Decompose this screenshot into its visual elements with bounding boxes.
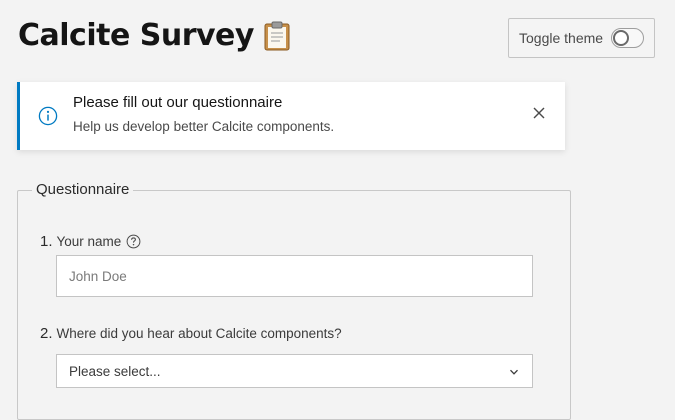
theme-switch-handle — [613, 30, 630, 46]
question-number: 1. — [40, 233, 53, 250]
questionnaire-fieldset: Questionnaire 1. Your name 2. Where did … — [17, 181, 571, 420]
theme-toggle[interactable]: Toggle theme — [508, 18, 655, 58]
name-input[interactable] — [56, 255, 533, 297]
question-text: Where did you hear about Calcite compone… — [56, 326, 342, 341]
question-name-label: 1. Your name — [40, 233, 141, 250]
notice-title: Please fill out our questionnaire — [73, 94, 283, 111]
question-text: Your name — [56, 234, 122, 249]
source-select-value: Please select... — [69, 363, 161, 379]
notice-message: Help us develop better Calcite component… — [73, 119, 335, 134]
page-title-text: Calcite Survey — [18, 18, 254, 53]
theme-switch[interactable] — [611, 28, 644, 48]
chevron-down-icon — [508, 365, 520, 377]
question-number: 2. — [40, 325, 53, 342]
question-circle-icon[interactable] — [126, 234, 141, 249]
info-icon — [38, 106, 58, 126]
page-title: Calcite Survey — [18, 18, 290, 53]
theme-toggle-label: Toggle theme — [519, 30, 604, 46]
notice-close-button[interactable] — [527, 103, 551, 127]
clipboard-icon — [264, 21, 290, 51]
close-icon — [532, 106, 546, 125]
notice: Please fill out our questionnaire Help u… — [17, 82, 565, 150]
source-select[interactable]: Please select... — [56, 354, 533, 388]
question-source-label: 2. Where did you hear about Calcite comp… — [40, 325, 342, 342]
questionnaire-legend: Questionnaire — [32, 181, 134, 198]
